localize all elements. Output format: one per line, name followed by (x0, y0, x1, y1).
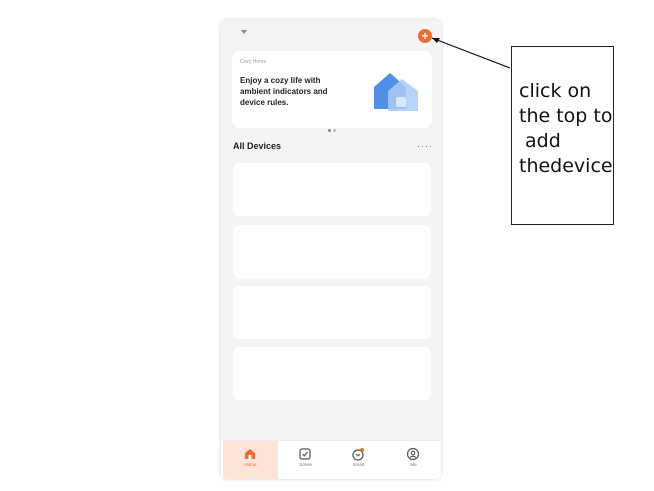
annotation-callout: click on the top to add thedevice (511, 46, 614, 225)
annotation-text: click on the top to add thedevice (519, 80, 613, 177)
